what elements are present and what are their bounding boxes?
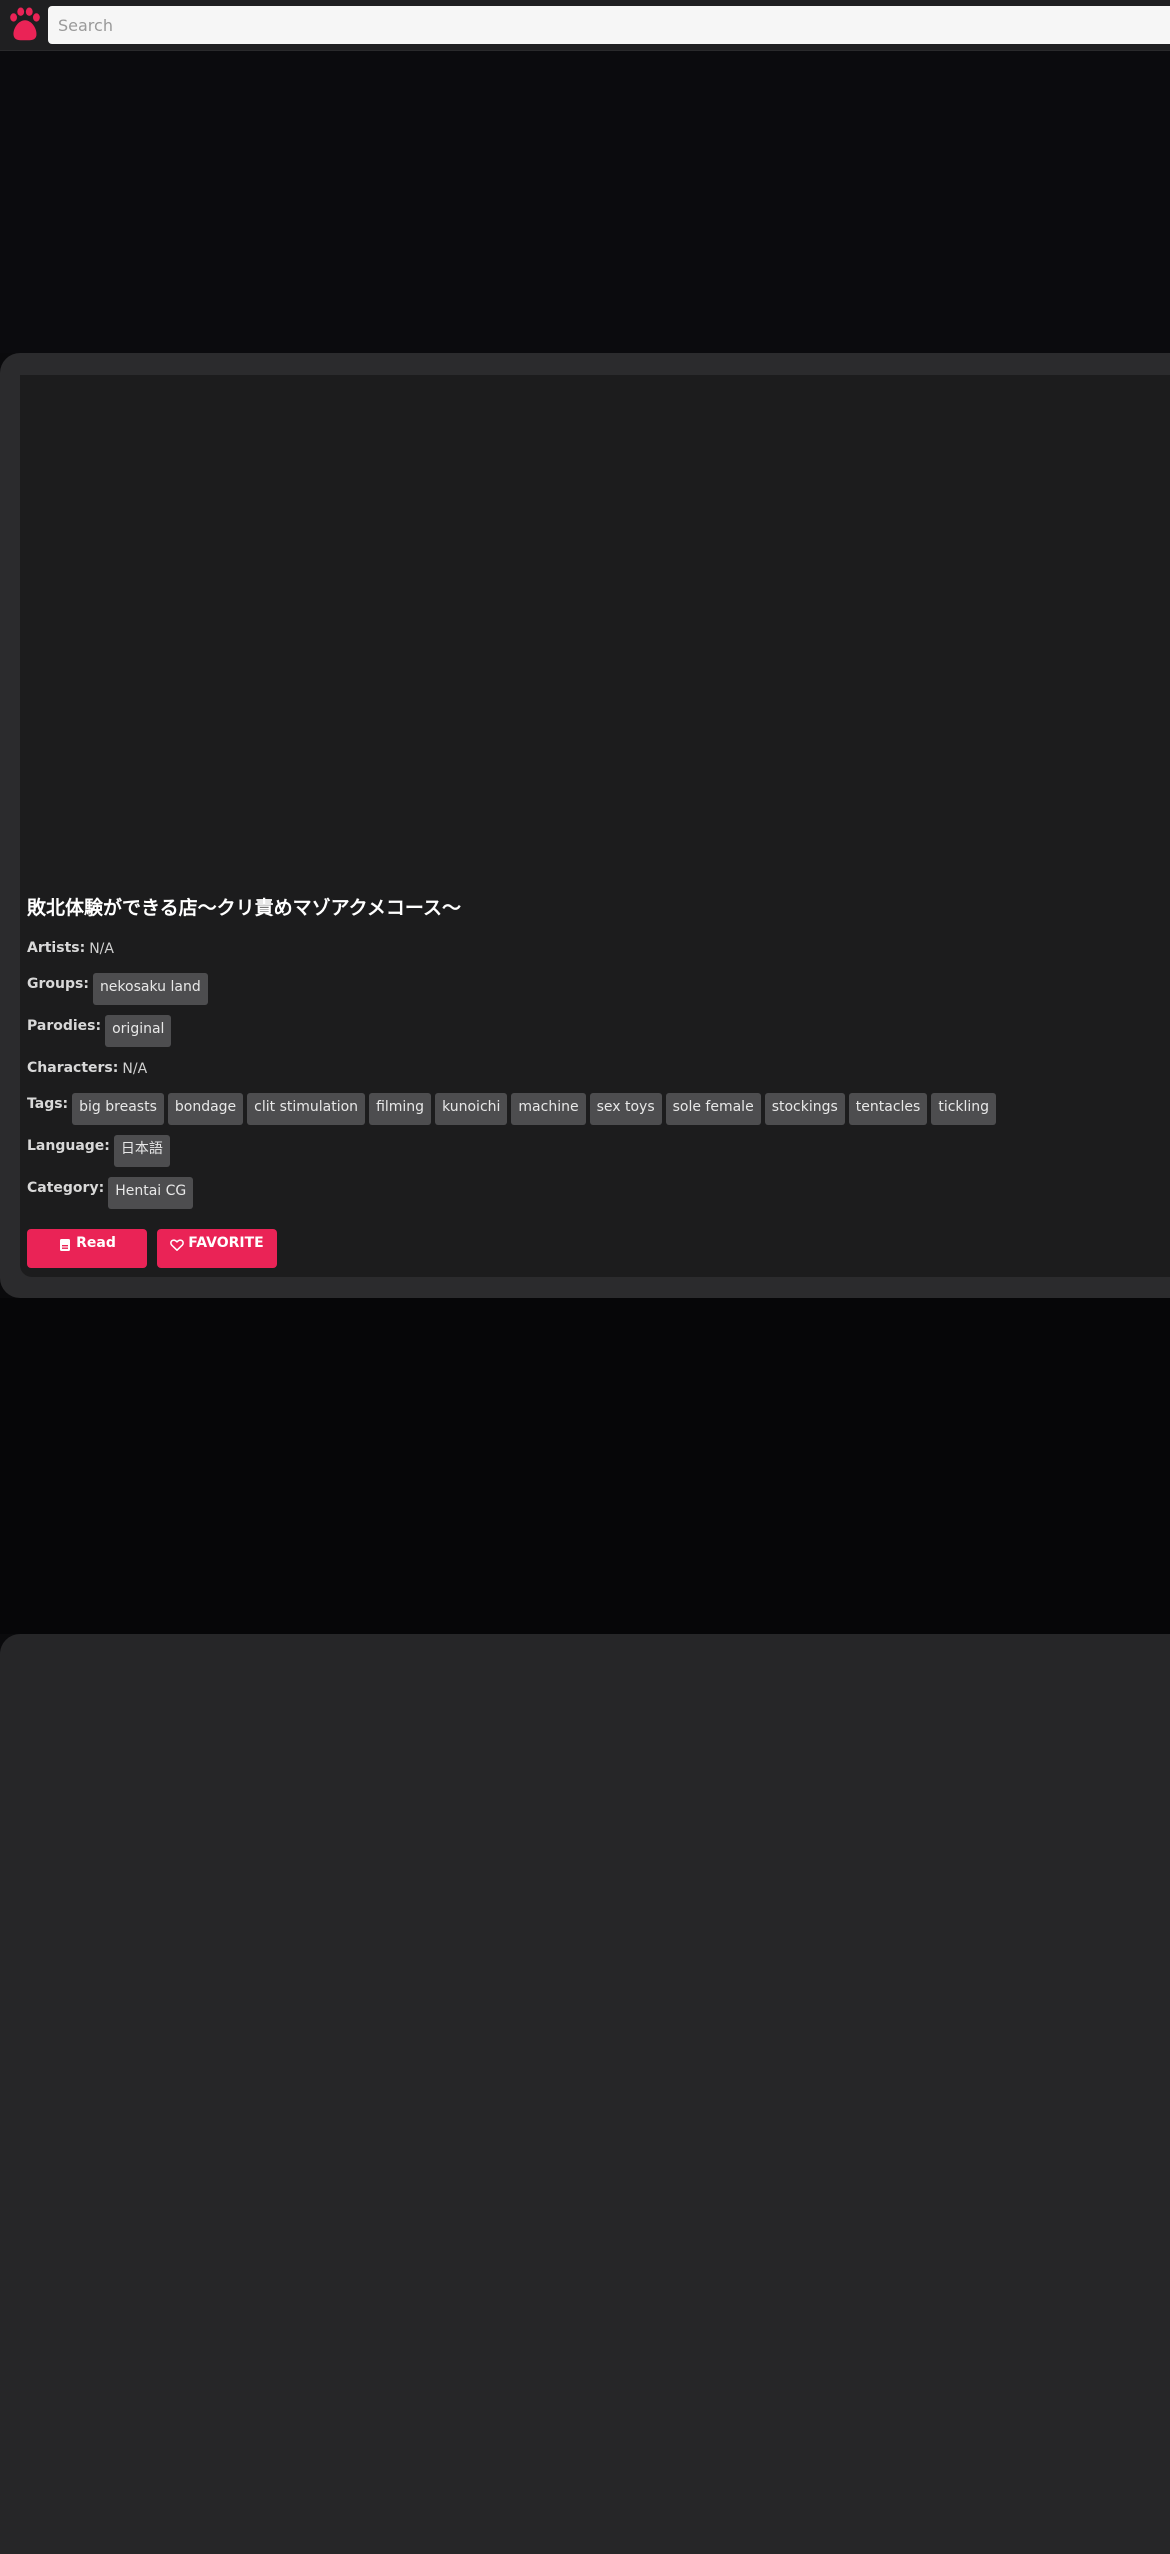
tag-chip[interactable]: clit stimulation <box>247 1093 366 1125</box>
tag-chip[interactable]: kunoichi <box>435 1093 508 1125</box>
tag-chip[interactable]: stockings <box>764 1093 845 1125</box>
favorite-button[interactable]: FAVORITE <box>157 1229 277 1268</box>
action-buttons: Read FAVORITE <box>27 1229 1167 1268</box>
tag-chip[interactable]: big breasts <box>72 1093 164 1125</box>
top-bar <box>0 0 1170 51</box>
artists-row: Artists: N/A <box>27 937 1167 967</box>
tag-chip[interactable]: filming <box>369 1093 432 1125</box>
category-label: Category: <box>27 1180 105 1196</box>
artists-label: Artists: <box>27 940 86 956</box>
language-row: Language: 日本語 <box>27 1135 1167 1171</box>
gallery-title: 敗北体験ができる店〜クリ責めマゾアクメコース〜 <box>27 897 461 919</box>
favorite-button-label: FAVORITE <box>188 1235 264 1251</box>
category-row: Category: Hentai CG <box>27 1177 1167 1213</box>
search-input[interactable] <box>48 6 1170 44</box>
characters-value: N/A <box>122 1061 148 1077</box>
thumbnails-panel <box>0 1634 1170 2554</box>
ad-space-middle <box>0 1298 1170 1634</box>
group-tag[interactable]: nekosaku land <box>92 973 208 1005</box>
ad-space-top <box>0 51 1170 353</box>
tag-chip[interactable]: sex toys <box>589 1093 662 1125</box>
language-tag[interactable]: 日本語 <box>113 1135 170 1167</box>
category-tag[interactable]: Hentai CG <box>108 1177 194 1209</box>
read-button-label: Read <box>76 1235 116 1251</box>
tag-chip[interactable]: tickling <box>931 1093 997 1125</box>
groups-row: Groups: nekosaku land <box>27 973 1167 1009</box>
tags-row: Tags: big breasts bondage clit stimulati… <box>27 1093 1167 1129</box>
tag-chip[interactable]: bondage <box>167 1093 244 1125</box>
gallery-card: 敗北体験ができる店〜クリ責めマゾアクメコース〜 Artists: N/A Gro… <box>20 375 1170 1277</box>
tags-label: Tags: <box>27 1096 69 1112</box>
tag-chip[interactable]: sole female <box>665 1093 761 1125</box>
gallery-panel: 敗北体験ができる店〜クリ責めマゾアクメコース〜 Artists: N/A Gro… <box>0 353 1170 1298</box>
gallery-info: 敗北体験ができる店〜クリ責めマゾアクメコース〜 Artists: N/A Gro… <box>27 895 1167 1268</box>
characters-label: Characters: <box>27 1060 119 1076</box>
artists-value: N/A <box>89 941 114 957</box>
language-label: Language: <box>27 1138 110 1154</box>
read-button[interactable]: Read <box>27 1229 147 1268</box>
book-icon <box>60 1239 71 1251</box>
cover-image-area[interactable] <box>20 375 1170 890</box>
tag-chip[interactable]: tentacles <box>848 1093 928 1125</box>
paw-icon[interactable] <box>6 6 44 44</box>
characters-row: Characters: N/A <box>27 1057 1167 1087</box>
parodies-label: Parodies: <box>27 1018 102 1034</box>
parodies-row: Parodies: original <box>27 1015 1167 1051</box>
parody-tag[interactable]: original <box>105 1015 172 1047</box>
tag-chip[interactable]: machine <box>511 1093 586 1125</box>
groups-label: Groups: <box>27 976 89 992</box>
heart-icon <box>170 1239 185 1251</box>
